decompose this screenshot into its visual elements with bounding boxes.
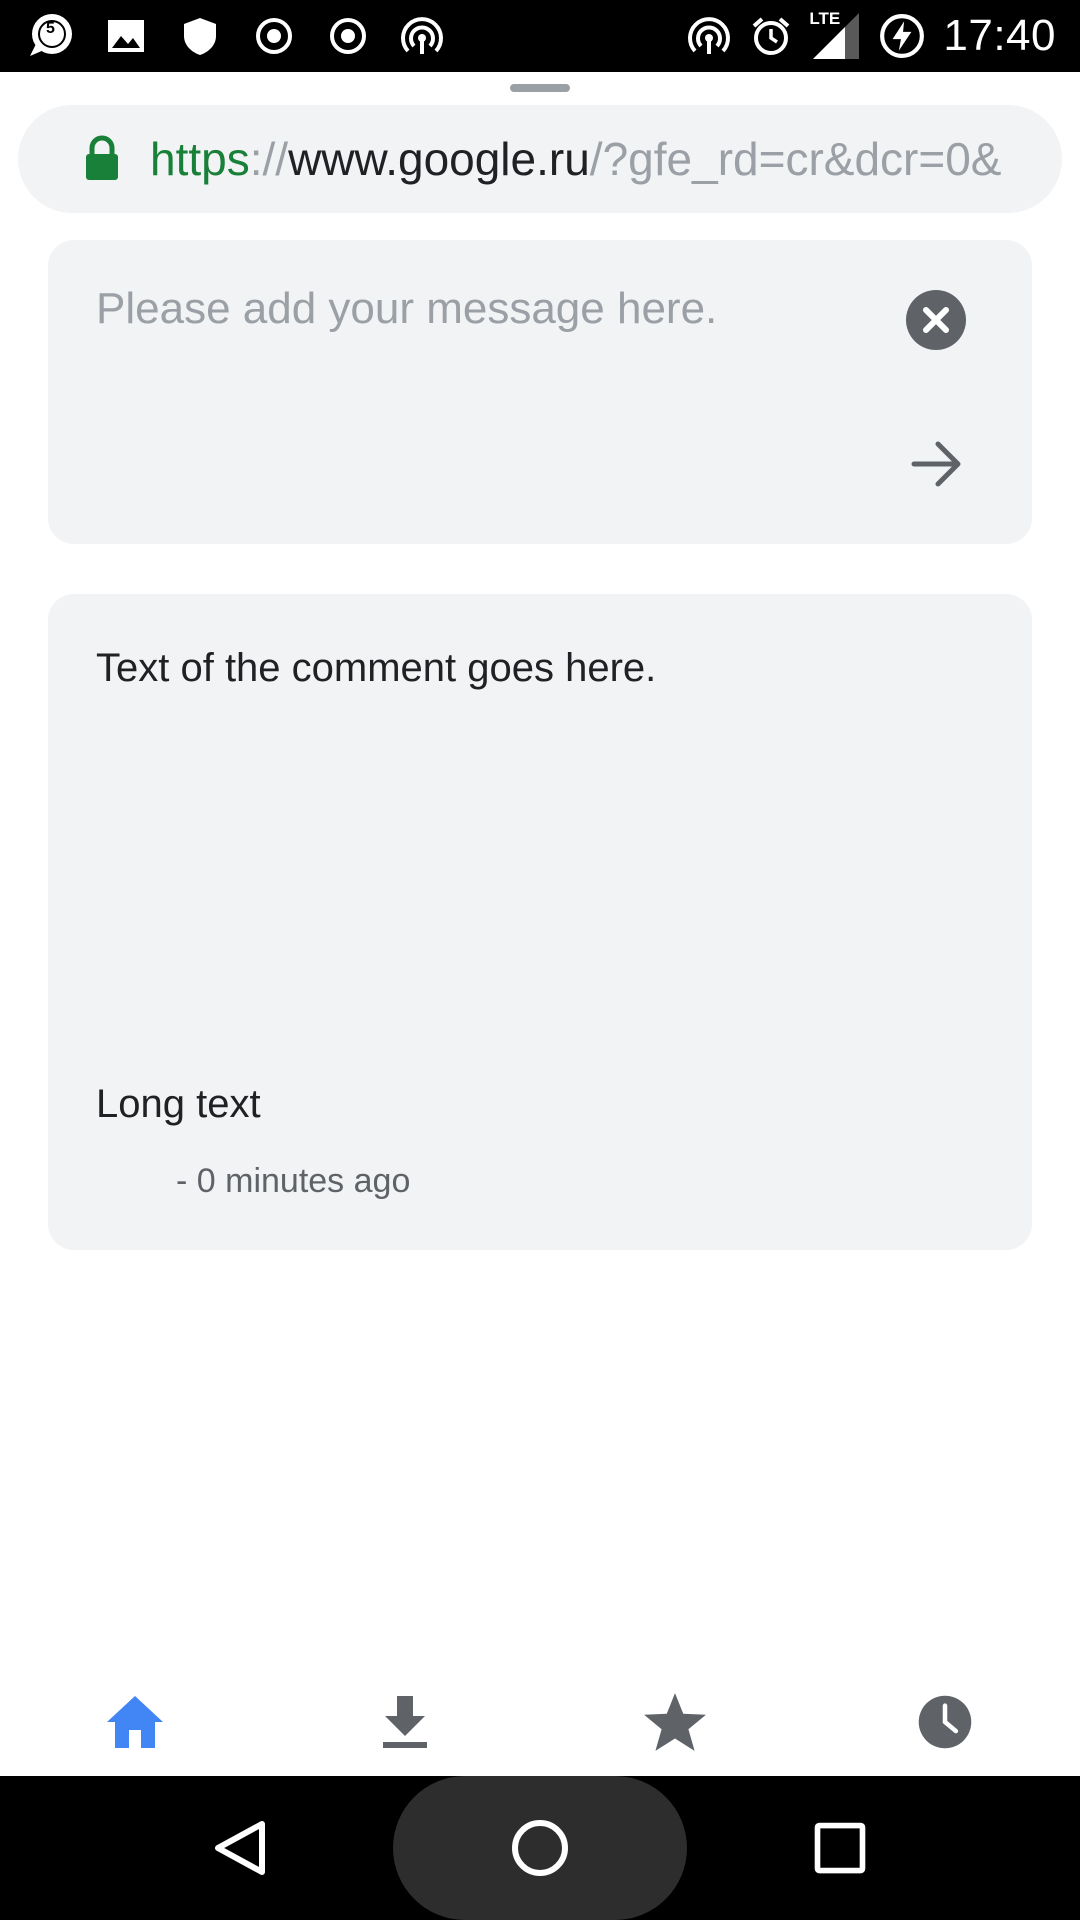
tab-bookmarks[interactable] xyxy=(635,1682,715,1762)
network-type-label: LTE xyxy=(809,9,841,28)
clear-button[interactable] xyxy=(906,290,966,350)
comment-text: Text of the comment goes here. xyxy=(96,646,657,690)
alarm-icon xyxy=(749,14,793,58)
message-composer: Please add your message here. xyxy=(48,240,1032,544)
arrow-right-icon xyxy=(904,432,968,496)
send-button[interactable] xyxy=(904,432,968,496)
tab-history[interactable] xyxy=(905,1682,985,1762)
bottom-tab-bar xyxy=(0,1660,1080,1776)
url-scheme: https xyxy=(150,133,250,185)
system-navigation-bar xyxy=(0,1776,1080,1920)
url-host: www.google.ru xyxy=(288,133,590,185)
radio-icon xyxy=(252,14,296,58)
tab-downloads[interactable] xyxy=(365,1682,445,1762)
status-bar: 5 LTE 17:40 xyxy=(0,0,1080,72)
hotspot-icon xyxy=(400,14,444,58)
comment-card: Text of the comment goes here. Long text… xyxy=(48,594,1032,1250)
radio-icon xyxy=(326,14,370,58)
battery-charging-icon xyxy=(879,13,925,59)
shield-icon xyxy=(178,14,222,58)
comment-timestamp: - 0 minutes ago xyxy=(176,1162,411,1200)
home-circle-icon xyxy=(508,1816,572,1880)
status-time: 17:40 xyxy=(943,11,1056,60)
recents-icon xyxy=(810,1818,870,1878)
comment-author: Long text xyxy=(96,1082,261,1126)
status-bar-left: 5 xyxy=(26,0,444,72)
sheet-drag-handle[interactable] xyxy=(510,84,570,92)
back-button[interactable] xyxy=(204,1812,276,1884)
url-separator: :// xyxy=(249,133,289,185)
download-icon xyxy=(373,1690,437,1754)
url-bar[interactable]: https://www.google.ru/?gfe_rd=cr&dcr=0& xyxy=(18,105,1062,213)
tab-home[interactable] xyxy=(95,1682,175,1762)
message-input[interactable]: Please add your message here. xyxy=(96,284,717,334)
back-icon xyxy=(208,1816,272,1880)
status-bar-right: LTE 17:40 xyxy=(687,0,1056,72)
hotspot-icon xyxy=(687,14,731,58)
lock-icon xyxy=(82,135,122,183)
close-circle-icon xyxy=(906,290,966,350)
signal-icon: LTE xyxy=(809,9,861,61)
chat-bubble-icon: 5 xyxy=(26,12,74,60)
clock-icon xyxy=(916,1693,974,1751)
recents-button[interactable] xyxy=(804,1812,876,1884)
notification-badge-count: 5 xyxy=(46,20,55,37)
image-icon xyxy=(104,14,148,58)
url-path: /?gfe_rd=cr&dcr=0& xyxy=(589,133,1002,185)
home-button[interactable] xyxy=(504,1812,576,1884)
star-icon xyxy=(642,1689,708,1755)
url-text[interactable]: https://www.google.ru/?gfe_rd=cr&dcr=0& xyxy=(150,105,1050,213)
home-icon xyxy=(103,1690,167,1754)
